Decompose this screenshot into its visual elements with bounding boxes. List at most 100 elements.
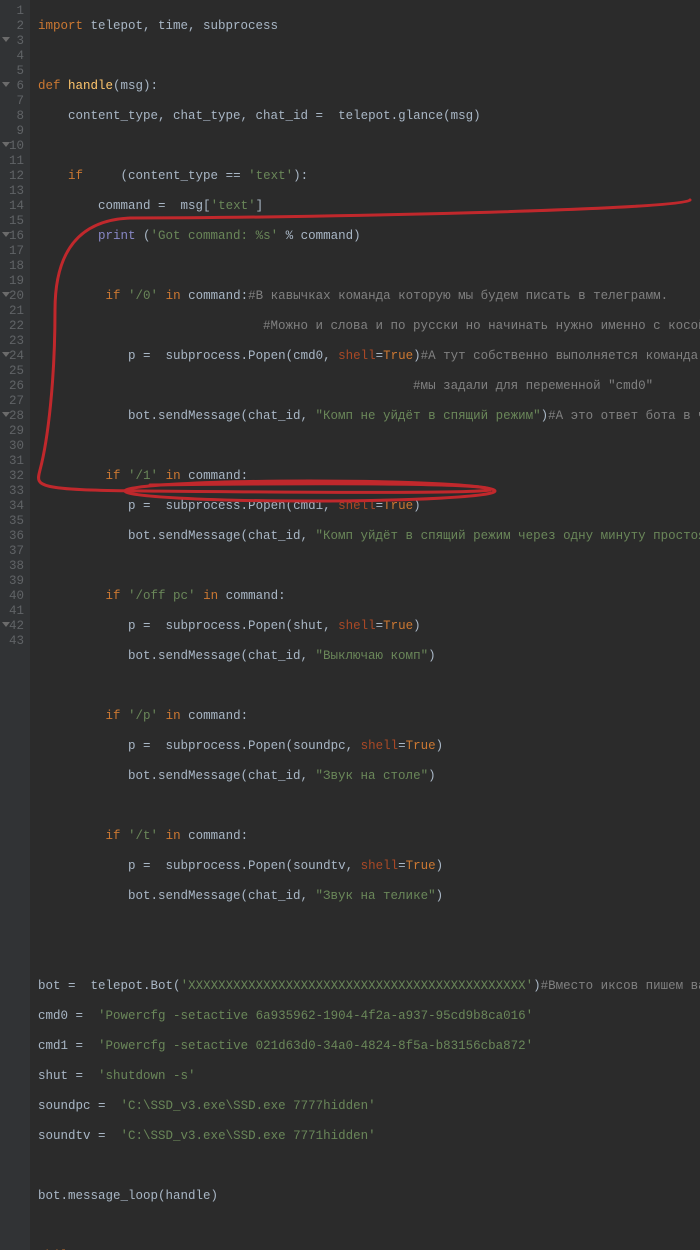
text: subprocess.Popen(shut, xyxy=(158,619,338,633)
code-line[interactable]: bot.sendMessage(chat_id, "Выключаю комп"… xyxy=(38,649,700,664)
code-line[interactable]: shut = 'shutdown -s' xyxy=(38,1069,700,1084)
fold-icon[interactable] xyxy=(2,37,10,42)
fold-icon[interactable] xyxy=(2,82,10,87)
text: p xyxy=(38,499,143,513)
line-number: 22 xyxy=(4,319,24,334)
line-number: 2 xyxy=(4,19,24,34)
code-line[interactable]: cmd1 = 'Powercfg -setactive 021d63d0-34a… xyxy=(38,1039,700,1054)
text: ) xyxy=(413,619,421,633)
code-line[interactable]: def handle(msg): xyxy=(38,79,700,94)
code-line[interactable]: p = subprocess.Popen(soundtv, shell=True… xyxy=(38,859,700,874)
line-number: 42 xyxy=(4,619,24,634)
code-line[interactable] xyxy=(38,799,700,814)
line-number: 9 xyxy=(4,124,24,139)
code-line[interactable]: p = subprocess.Popen(cmd0, shell=True)#А… xyxy=(38,349,700,364)
fold-icon[interactable] xyxy=(2,292,10,297)
line-number: 3 xyxy=(4,34,24,49)
comment: #А это ответ бота в чат. xyxy=(548,409,700,423)
text: ) xyxy=(436,889,444,903)
code-line[interactable]: content_type, chat_type, chat_id = telep… xyxy=(38,109,700,124)
comment: #В кавычках команда которую мы будем пис… xyxy=(248,289,668,303)
text: p xyxy=(38,349,143,363)
code-line[interactable]: bot.sendMessage(chat_id, "Комп не уйдёт … xyxy=(38,409,700,424)
code-line[interactable]: bot.sendMessage(chat_id, "Звук на телике… xyxy=(38,889,700,904)
keyword: if xyxy=(106,469,121,483)
text xyxy=(76,1249,84,1250)
kwarg: shell xyxy=(361,859,399,873)
code-line[interactable] xyxy=(38,1159,700,1174)
line-number: 34 xyxy=(4,499,24,514)
code-editor[interactable]: 1234567891011121314151617181920212223242… xyxy=(0,0,700,1250)
comment: #Можно и слова и по русски но начинать н… xyxy=(38,319,700,333)
code-area[interactable]: import telepot, time, subprocess def han… xyxy=(30,0,700,1250)
line-number: 28 xyxy=(4,409,24,424)
code-line[interactable] xyxy=(38,1219,700,1234)
text: p xyxy=(38,739,143,753)
code-line[interactable]: if '/0' in command:#В кавычках команда к… xyxy=(38,289,700,304)
text: cmd0 xyxy=(38,1009,76,1023)
code-line[interactable]: if '/1' in command: xyxy=(38,469,700,484)
code-line[interactable]: if '/p' in command: xyxy=(38,709,700,724)
code-line[interactable] xyxy=(38,139,700,154)
text: ] xyxy=(256,199,264,213)
operator: = xyxy=(98,1129,113,1143)
code-line[interactable] xyxy=(38,49,700,64)
text: ) xyxy=(428,769,436,783)
code-line[interactable]: bot.sendMessage(chat_id, "Звук на столе"… xyxy=(38,769,700,784)
code-line[interactable]: if '/t' in command: xyxy=(38,829,700,844)
operator: = xyxy=(76,1069,91,1083)
text: command: xyxy=(181,829,249,843)
text: p xyxy=(38,859,143,873)
code-line[interactable]: #Можно и слова и по русски но начинать н… xyxy=(38,319,700,334)
string: "Комп уйдёт в спящий режим через одну ми… xyxy=(316,529,700,543)
text: ( xyxy=(136,229,151,243)
code-line[interactable]: command = msg['text'] xyxy=(38,199,700,214)
code-line[interactable]: p = subprocess.Popen(shut, shell=True) xyxy=(38,619,700,634)
code-line[interactable]: soundpc = 'C:\SSD_v3.exe\SSD.exe 7777hid… xyxy=(38,1099,700,1114)
text: subprocess.Popen(cmd0, xyxy=(158,349,338,363)
code-line[interactable]: #мы задали для переменной "cmd0" xyxy=(38,379,700,394)
fold-icon[interactable] xyxy=(2,142,10,147)
code-line[interactable]: p = subprocess.Popen(cmd1, shell=True) xyxy=(38,499,700,514)
line-number: 8 xyxy=(4,109,24,124)
text: command: xyxy=(181,469,249,483)
code-line[interactable] xyxy=(38,439,700,454)
code-line[interactable]: cmd0 = 'Powercfg -setactive 6a935962-190… xyxy=(38,1009,700,1024)
code-line[interactable] xyxy=(38,919,700,934)
text: cmd1 xyxy=(38,1039,76,1053)
line-number: 41 xyxy=(4,604,24,619)
text xyxy=(38,289,106,303)
code-line[interactable]: bot.message_loop(handle) xyxy=(38,1189,700,1204)
keyword: in xyxy=(203,589,218,603)
code-line[interactable] xyxy=(38,259,700,274)
code-line[interactable]: while 1: xyxy=(38,1249,700,1250)
code-line[interactable] xyxy=(38,949,700,964)
operator: = xyxy=(143,859,158,873)
line-number: 11 xyxy=(4,154,24,169)
fold-icon[interactable] xyxy=(2,232,10,237)
string: 'text' xyxy=(241,169,294,183)
code-line[interactable]: bot = telepot.Bot('XXXXXXXXXXXXXXXXXXXXX… xyxy=(38,979,700,994)
bool: True xyxy=(406,739,436,753)
line-number: 24 xyxy=(4,349,24,364)
fold-icon[interactable] xyxy=(2,352,10,357)
code-line[interactable]: print ('Got command: %s' % command) xyxy=(38,229,700,244)
string: '/1' xyxy=(128,469,158,483)
text: msg[ xyxy=(173,199,211,213)
code-line[interactable]: if (content_type == 'text'): xyxy=(38,169,700,184)
line-number-gutter: 1234567891011121314151617181920212223242… xyxy=(0,0,30,1250)
string: 'C:\SSD_v3.exe\SSD.exe 7777hidden' xyxy=(121,1099,376,1113)
code-line[interactable]: bot.sendMessage(chat_id, "Комп уйдёт в с… xyxy=(38,529,700,544)
text: ) xyxy=(413,349,421,363)
code-line[interactable]: import telepot, time, subprocess xyxy=(38,19,700,34)
line-number: 29 xyxy=(4,424,24,439)
code-line[interactable]: soundtv = 'C:\SSD_v3.exe\SSD.exe 7771hid… xyxy=(38,1129,700,1144)
code-line[interactable]: if '/off pc' in command: xyxy=(38,589,700,604)
code-line[interactable]: p = subprocess.Popen(soundpc, shell=True… xyxy=(38,739,700,754)
fold-icon[interactable] xyxy=(2,412,10,417)
code-line[interactable] xyxy=(38,559,700,574)
text: bot.sendMessage(chat_id, xyxy=(38,529,316,543)
code-line[interactable] xyxy=(38,679,700,694)
line-number: 21 xyxy=(4,304,24,319)
line-number: 7 xyxy=(4,94,24,109)
